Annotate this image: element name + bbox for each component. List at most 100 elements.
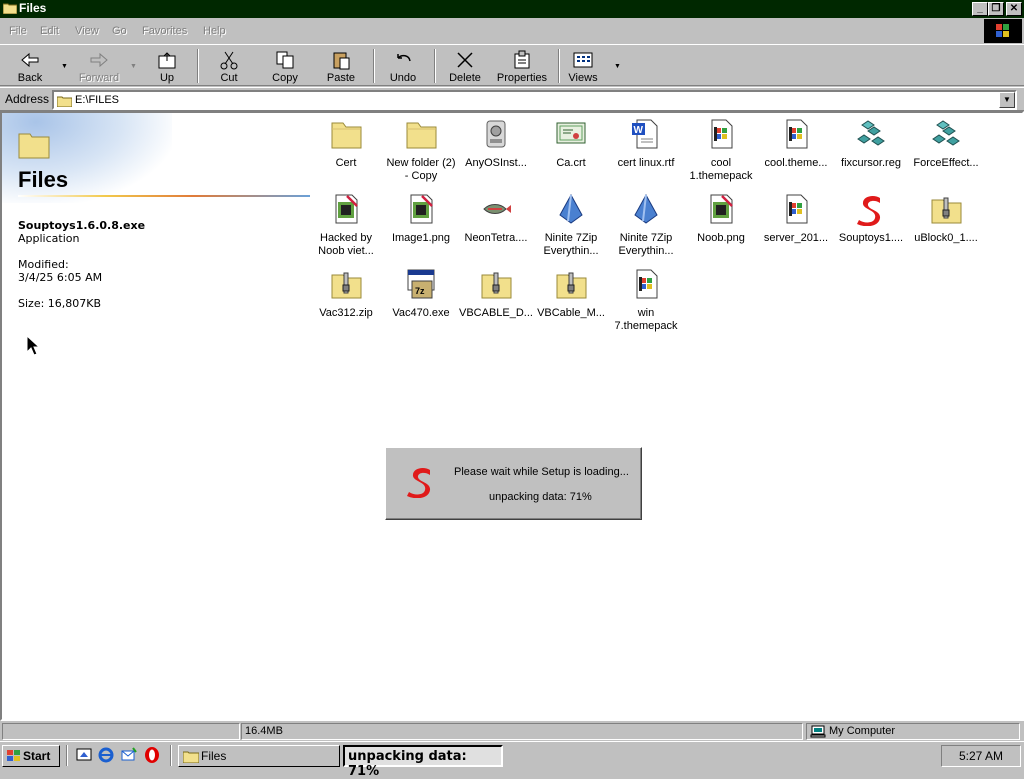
status-pane-objects <box>2 723 240 740</box>
paste-button[interactable]: Paste <box>318 47 364 85</box>
file-item[interactable]: cool 1.themepack <box>683 117 759 183</box>
file-item[interactable]: NeonTetra.... <box>458 192 534 245</box>
zip-icon <box>481 272 512 299</box>
menu-edit[interactable]: Edit <box>40 25 59 37</box>
menu-bar: File Edit View Go Favorites Help <box>0 20 1024 44</box>
file-name: win 7.themepack <box>614 307 678 332</box>
views-icon <box>573 52 593 68</box>
taskbar-button-files[interactable]: Files <box>178 745 340 767</box>
souptoys-logo-icon <box>407 468 431 498</box>
back-arrow-icon <box>21 52 39 68</box>
toolbar-separator <box>434 49 436 83</box>
setup-progress-text: unpacking data: 71% <box>489 491 592 503</box>
folder-icon <box>3 3 17 14</box>
forward-dropdown-icon[interactable]: ▼ <box>130 63 137 70</box>
file-item[interactable]: Ninite 7Zip Everythin... <box>533 192 609 258</box>
file-name: server_201... <box>763 232 829 244</box>
file-item[interactable]: AnyOSInst... <box>458 117 534 170</box>
zone-label: My Computer <box>829 725 896 737</box>
forward-button[interactable]: Forward <box>74 47 124 85</box>
setup-message: Please wait while Setup is loading... <box>454 466 629 478</box>
file-item[interactable]: Image1.png <box>383 192 459 245</box>
file-item[interactable]: VBCABLE_D... <box>458 267 534 320</box>
mouse-pointer-icon <box>26 335 40 356</box>
file-item[interactable]: ForceEffect... <box>908 117 984 170</box>
scissors-icon <box>220 51 238 70</box>
file-item[interactable]: Vac312.zip <box>308 267 384 320</box>
folder-title: Files <box>18 167 69 192</box>
menu-view[interactable]: View <box>75 25 99 37</box>
delete-button[interactable]: Delete <box>443 47 487 85</box>
menu-help[interactable]: Help <box>203 25 226 37</box>
7zip-installer-icon: 7z <box>407 269 435 299</box>
back-dropdown-icon[interactable]: ▼ <box>61 63 68 70</box>
file-item[interactable]: cool.theme... <box>758 117 834 170</box>
image-icon <box>410 194 433 224</box>
opera-icon[interactable] <box>143 746 161 764</box>
file-item[interactable]: Ninite 7Zip Everythin... <box>608 192 684 258</box>
file-item[interactable]: win 7.themepack <box>608 267 684 333</box>
title-bar[interactable]: Files _ ❐ ✕ <box>0 0 1024 18</box>
file-name: Vac470.exe <box>392 307 450 319</box>
file-item[interactable]: Wcert linux.rtf <box>608 117 684 170</box>
image-icon <box>335 194 358 224</box>
start-button[interactable]: Start <box>2 745 60 767</box>
folder-icon <box>183 751 199 763</box>
file-name: Vac312.zip <box>319 307 373 319</box>
themepack-icon <box>786 119 808 149</box>
file-item[interactable]: New folder (2) - Copy <box>383 117 459 183</box>
restore-button[interactable]: ❐ <box>988 2 1004 16</box>
internet-explorer-icon[interactable] <box>97 746 115 764</box>
file-name: VBCable_M... <box>537 307 605 319</box>
show-desktop-icon[interactable] <box>75 746 93 764</box>
file-item[interactable]: Cert <box>308 117 384 170</box>
selected-file-type: Application <box>18 232 80 245</box>
properties-button[interactable]: Properties <box>494 47 550 85</box>
clipboard-icon <box>333 52 350 70</box>
minimize-button[interactable]: _ <box>972 2 988 16</box>
taskbar-button-setup[interactable]: unpacking data: 71% <box>343 745 503 779</box>
fish-icon <box>483 204 511 214</box>
file-item[interactable]: 7z Vac470.exe <box>383 267 459 320</box>
file-name: VBCABLE_D... <box>459 307 533 319</box>
views-dropdown-icon[interactable]: ▼ <box>614 63 621 70</box>
file-item[interactable]: Souptoys1.... <box>833 192 909 245</box>
file-name: Cert <box>335 157 357 169</box>
registry-icon <box>932 120 960 146</box>
file-item[interactable]: uBlock0_1.... <box>908 192 984 245</box>
file-name: Noob.png <box>697 232 745 244</box>
file-item[interactable]: fixcursor.reg <box>833 117 909 170</box>
taskbar-divider <box>66 745 68 766</box>
title-underline <box>18 195 310 197</box>
file-item[interactable]: VBCable_M... <box>533 267 609 320</box>
menu-file[interactable]: File <box>9 25 27 37</box>
menu-favorites[interactable]: Favorites <box>142 25 187 37</box>
image-icon <box>710 194 733 224</box>
word-document-icon: W <box>632 119 658 149</box>
file-item[interactable]: Ca.crt <box>533 117 609 170</box>
setup-loading-dialog: Please wait while Setup is loading... un… <box>385 447 642 520</box>
file-name: Image1.png <box>391 232 451 244</box>
menu-go[interactable]: Go <box>112 25 127 37</box>
copy-button[interactable]: Copy <box>262 47 308 85</box>
toolbar-separator <box>373 49 375 83</box>
back-button[interactable]: Back <box>6 47 54 85</box>
close-button[interactable]: ✕ <box>1006 2 1022 16</box>
outlook-express-icon[interactable] <box>120 746 138 764</box>
undo-button[interactable]: Undo <box>382 47 424 85</box>
cut-button[interactable]: Cut <box>207 47 251 85</box>
address-field[interactable]: E:\FILES ▼ <box>52 90 1017 110</box>
file-item[interactable]: server_201... <box>758 192 834 245</box>
up-folder-icon <box>158 52 176 69</box>
address-dropdown-button[interactable]: ▼ <box>999 92 1015 108</box>
windows-flag-icon <box>7 750 20 761</box>
modified-label: Modified: <box>18 258 69 271</box>
file-item[interactable]: Noob.png <box>683 192 759 245</box>
file-item[interactable]: Hacked by Noob viet... <box>308 192 384 258</box>
up-button[interactable]: Up <box>146 47 188 85</box>
web-view-panel: Files Souptoys1.6.0.8.exe Application Mo… <box>2 113 312 719</box>
file-view[interactable]: Files Souptoys1.6.0.8.exe Application Mo… <box>0 111 1024 721</box>
views-button[interactable]: Views <box>562 47 604 85</box>
system-tray-clock[interactable]: 5:27 AM <box>941 745 1021 767</box>
svg-text:W: W <box>634 125 644 136</box>
